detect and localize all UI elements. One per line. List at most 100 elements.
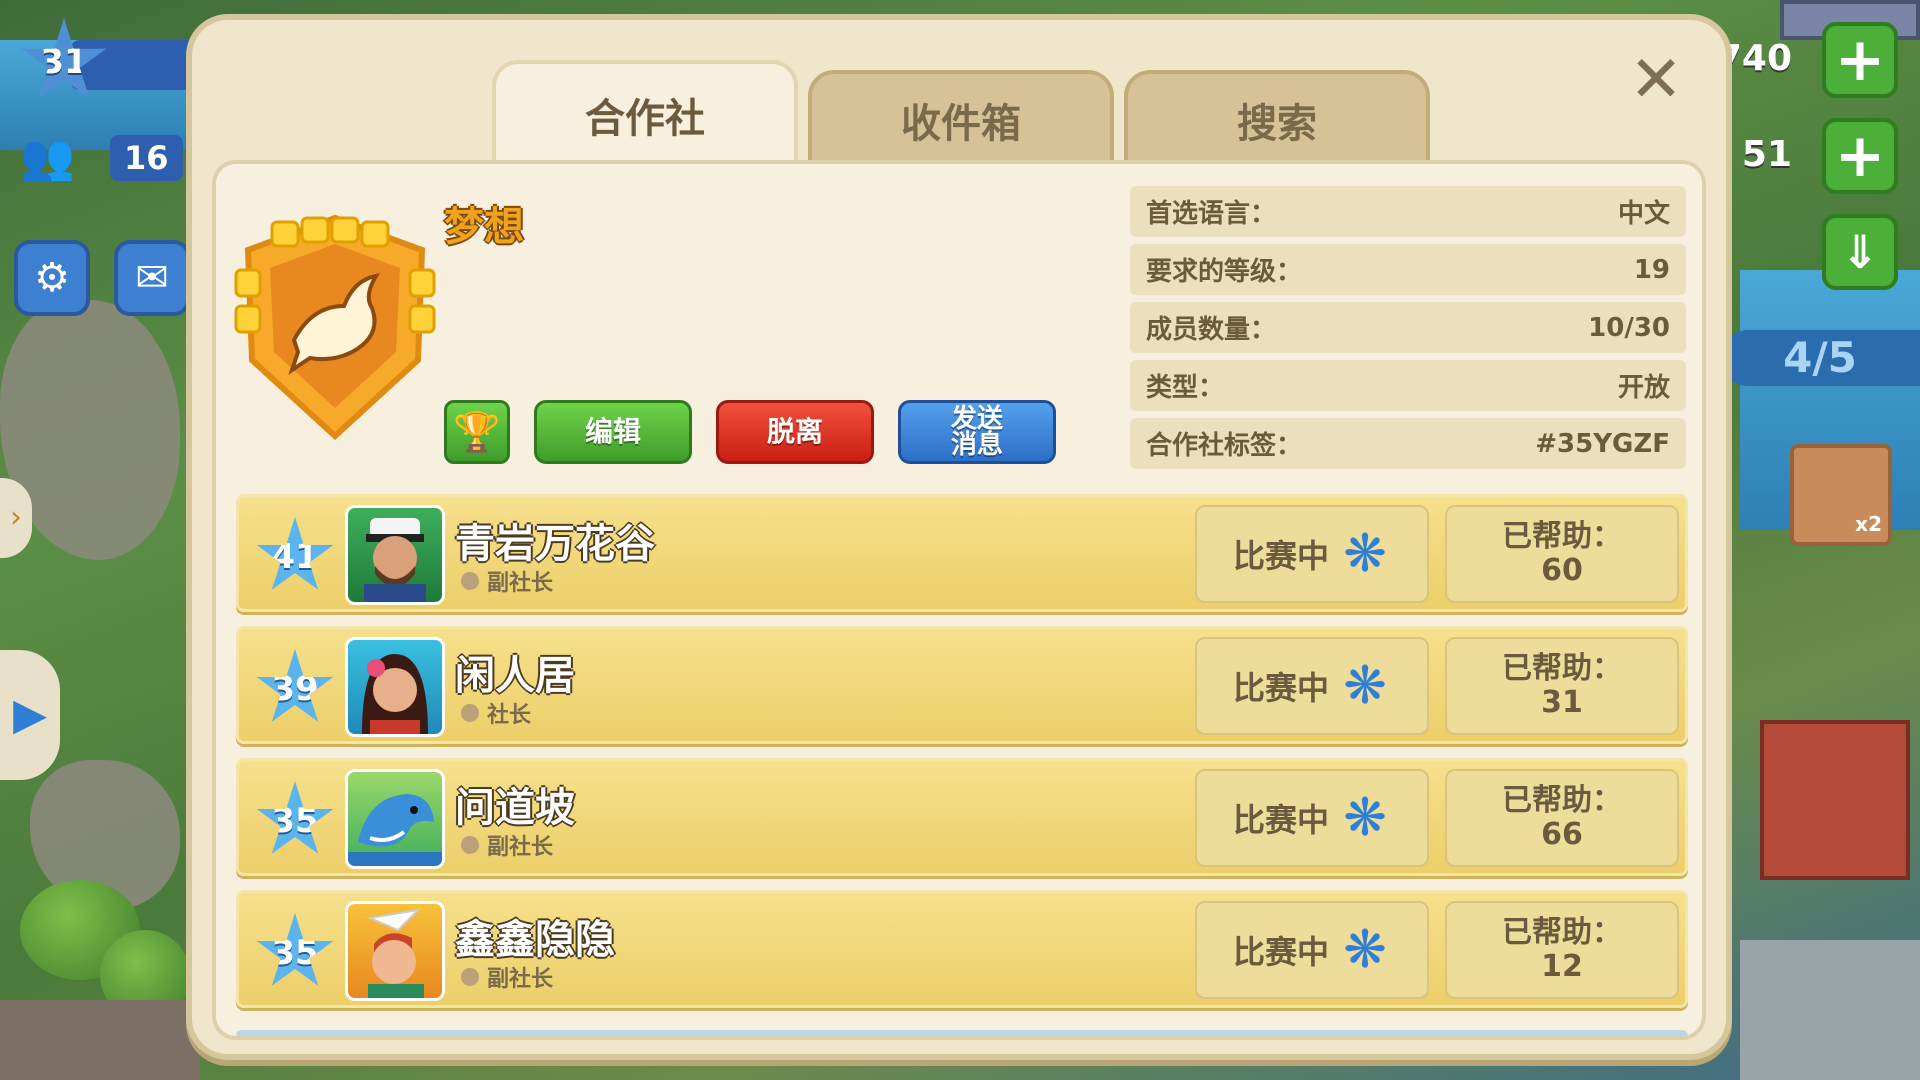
member-role-label: 副社长 (487, 967, 554, 992)
add-coins-button[interactable]: + (1822, 22, 1898, 98)
progress-counter: 4/5 (1720, 330, 1920, 386)
member-status: 比赛中 ❋ (1195, 637, 1429, 735)
leave-button[interactable]: 脱离 (716, 400, 874, 464)
member-name: 问道坡 (455, 785, 575, 831)
chevron-double-down-icon: ⇓ (1840, 225, 1880, 279)
close-button[interactable]: ✕ (1626, 48, 1686, 112)
plus-icon: + (1834, 121, 1886, 191)
chevron-right-icon: › (10, 500, 22, 535)
gear-icon: ❋ (1343, 656, 1387, 716)
gear-icon: ❋ (1343, 524, 1387, 584)
flower-girl-avatar-art (362, 654, 428, 734)
member-list-next-row (236, 1030, 1688, 1036)
dolphin-avatar-art (348, 794, 442, 866)
club-info-list: 首选语言： 中文 要求的等级： 19 成员数量： 10/30 类型： 开放 合作… (1130, 186, 1686, 469)
member-role: 社长 (461, 697, 531, 729)
member-level-star: 41 (256, 517, 334, 590)
helicopter-multiplier: x2 (1855, 512, 1882, 536)
member-role: 副社长 (461, 829, 553, 861)
member-status-label: 比赛中 (1232, 669, 1329, 707)
background-road (1740, 940, 1920, 1080)
member-level-star: 39 (256, 649, 334, 722)
info-label: 成员数量： (1146, 315, 1277, 345)
info-language: 首选语言： 中文 (1130, 186, 1686, 237)
close-icon: ✕ (1629, 43, 1683, 117)
info-label: 首选语言： (1146, 199, 1277, 229)
member-name: 青岩万花谷 (455, 521, 655, 567)
expand-button[interactable]: ⇓ (1822, 214, 1898, 290)
trophy-button[interactable]: 🏆 (444, 400, 510, 464)
member-level-star: 35 (256, 913, 334, 986)
member-status: 比赛中 ❋ (1195, 901, 1429, 999)
helicopter-booster[interactable]: x2 (1790, 444, 1892, 546)
play-button[interactable]: ▶ (0, 650, 60, 780)
status-dot-icon (461, 968, 479, 986)
club-badge (232, 210, 438, 441)
cash-value: 51 (1741, 134, 1792, 175)
helped-value: 12 (1541, 949, 1583, 984)
member-name: 鑫鑫隐隐 (455, 917, 615, 963)
population-value: 16 (110, 135, 183, 181)
member-status-label: 比赛中 (1232, 537, 1329, 575)
background-road (0, 1000, 200, 1080)
plus-icon: + (1834, 25, 1886, 95)
status-dot-icon (461, 836, 479, 854)
member-helped: 已帮助： 66 (1445, 769, 1679, 867)
gear-icon: ❋ (1343, 788, 1387, 848)
member-level-star: 35 (256, 781, 334, 854)
settings-button[interactable]: ⚙ (14, 240, 90, 316)
member-row[interactable]: 39 闲人居 社长 比赛中 ❋ 已帮助： 31 (236, 626, 1688, 744)
member-row[interactable]: 41 青岩万花谷 副社长 比赛中 ❋ 已帮助： 60 (236, 494, 1688, 612)
send-message-button[interactable]: 发送 消息 (898, 400, 1056, 464)
member-name: 闲人居 (455, 653, 575, 699)
helped-value: 60 (1541, 553, 1583, 588)
member-row[interactable]: 35 问道坡 副社长 比赛中 ❋ 已帮助： 66 (236, 758, 1688, 876)
edit-button[interactable]: 编辑 (534, 400, 692, 464)
captain-avatar-art (364, 518, 426, 602)
club-name: 梦想 (444, 204, 524, 250)
population-display: 👥 16 (20, 128, 200, 188)
info-value: #35YGZF (1535, 428, 1670, 459)
background-building (1760, 720, 1910, 880)
member-role: 副社长 (461, 961, 553, 993)
add-cash-button[interactable]: + (1822, 118, 1898, 194)
info-required-level: 要求的等级： 19 (1130, 244, 1686, 295)
member-status: 比赛中 ❋ (1195, 769, 1429, 867)
info-type: 类型： 开放 (1130, 360, 1686, 411)
gear-icon: ⚙ (34, 255, 70, 301)
member-role-label: 副社长 (487, 835, 554, 860)
flower-girl-avatar (345, 637, 445, 737)
coop-panel: 梦想 🏆 编辑 脱离 发送 消息 首选语言： 中文 要求的等级： 19 成员数量… (212, 160, 1706, 1040)
captain-avatar (345, 505, 445, 605)
helped-label: 已帮助： (1502, 651, 1622, 686)
club-actions: 🏆 编辑 脱离 发送 消息 (444, 400, 1056, 464)
paper-plane-boy-avatar (345, 901, 445, 1001)
helped-label: 已帮助： (1502, 783, 1622, 818)
dove-shield-icon (234, 214, 436, 441)
mail-button[interactable]: ✉ (114, 240, 190, 316)
member-helped: 已帮助： 31 (1445, 637, 1679, 735)
coop-dialog: ✕ 合作社 收件箱 搜索 梦想 🏆 编辑 脱离 发送 消息 首选语言： 中文 要… (186, 14, 1732, 1060)
member-role-label: 副社长 (487, 571, 554, 596)
member-role: 副社长 (461, 565, 553, 597)
info-value: 10/30 (1588, 312, 1670, 343)
member-helped: 已帮助： 60 (1445, 505, 1679, 603)
info-label: 要求的等级： (1146, 257, 1303, 287)
info-label: 合作社标签： (1146, 431, 1303, 461)
info-value: 19 (1633, 254, 1670, 285)
level-bar (70, 40, 200, 90)
member-status-label: 比赛中 (1232, 933, 1329, 971)
member-status: 比赛中 ❋ (1195, 505, 1429, 603)
info-tag: 合作社标签： #35YGZF (1130, 418, 1686, 469)
helped-label: 已帮助： (1502, 915, 1622, 950)
population-icon: 👥 (20, 132, 75, 183)
info-value: 中文 (1617, 199, 1670, 229)
member-list: 41 青岩万花谷 副社长 比赛中 ❋ 已帮助： 60 39 闲人居 社长 比赛中… (236, 494, 1688, 1022)
info-label: 类型： (1146, 373, 1225, 403)
info-value: 开放 (1617, 373, 1670, 403)
status-dot-icon (461, 572, 479, 590)
play-icon: ▶ (13, 689, 47, 740)
member-row[interactable]: 35 鑫鑫隐隐 副社长 比赛中 ❋ 已帮助： 12 (236, 890, 1688, 1008)
helped-value: 66 (1541, 817, 1583, 852)
member-role-label: 社长 (487, 703, 532, 728)
